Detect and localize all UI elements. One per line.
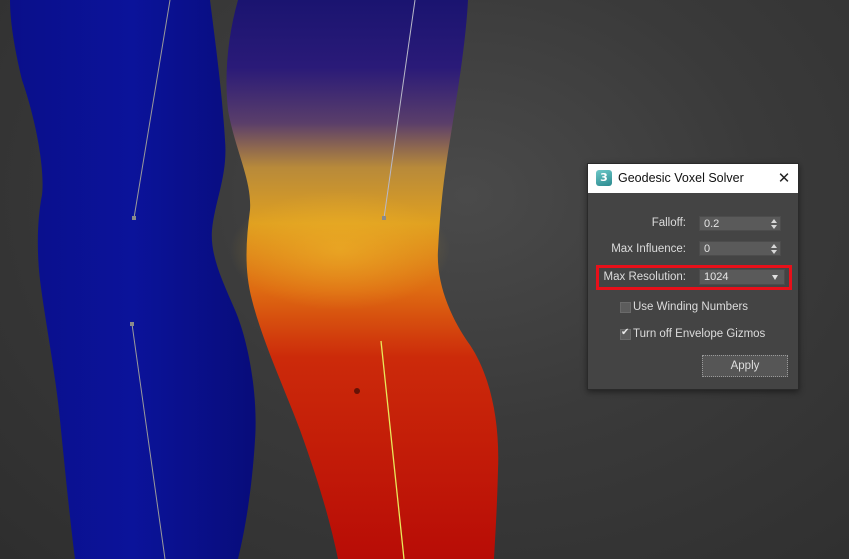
apply-button[interactable]: Apply <box>702 355 788 377</box>
max-influence-label: Max Influence: <box>611 243 686 255</box>
falloff-label: Falloff: <box>651 217 686 229</box>
turn-off-envelope-gizmos-checkbox[interactable]: ✔ <box>620 327 631 340</box>
left-leg-mesh <box>10 0 256 559</box>
dialog-titlebar[interactable]: 3 Geodesic Voxel Solver ✕ <box>588 164 798 193</box>
geodesic-voxel-solver-dialog: 3 Geodesic Voxel Solver ✕ Falloff: 0.2 M… <box>587 163 799 390</box>
dialog-title: Geodesic Voxel Solver <box>618 171 744 185</box>
max-resolution-value: 1024 <box>704 271 729 283</box>
max-resolution-label: Max Resolution: <box>603 271 686 283</box>
use-winding-numbers-checkbox[interactable] <box>620 302 631 313</box>
dropdown-arrow-icon[interactable] <box>772 275 778 280</box>
falloff-value[interactable]: 0.2 <box>704 217 719 231</box>
checkmark-icon: ✔ <box>621 327 630 338</box>
falloff-spinner[interactable]: 0.2 <box>699 216 781 231</box>
turn-off-envelope-gizmos-label[interactable]: Turn off Envelope Gizmos <box>633 328 765 340</box>
spinner-arrows-icon[interactable] <box>770 243 778 255</box>
close-icon[interactable]: ✕ <box>770 164 798 193</box>
max-influence-value[interactable]: 0 <box>704 242 710 256</box>
max-resolution-dropdown[interactable]: 1024 <box>699 269 785 285</box>
spinner-arrows-icon[interactable] <box>770 218 778 230</box>
3ds-max-app-icon: 3 <box>596 170 612 186</box>
use-winding-numbers-label[interactable]: Use Winding Numbers <box>633 301 748 313</box>
max-influence-spinner[interactable]: 0 <box>699 241 781 256</box>
